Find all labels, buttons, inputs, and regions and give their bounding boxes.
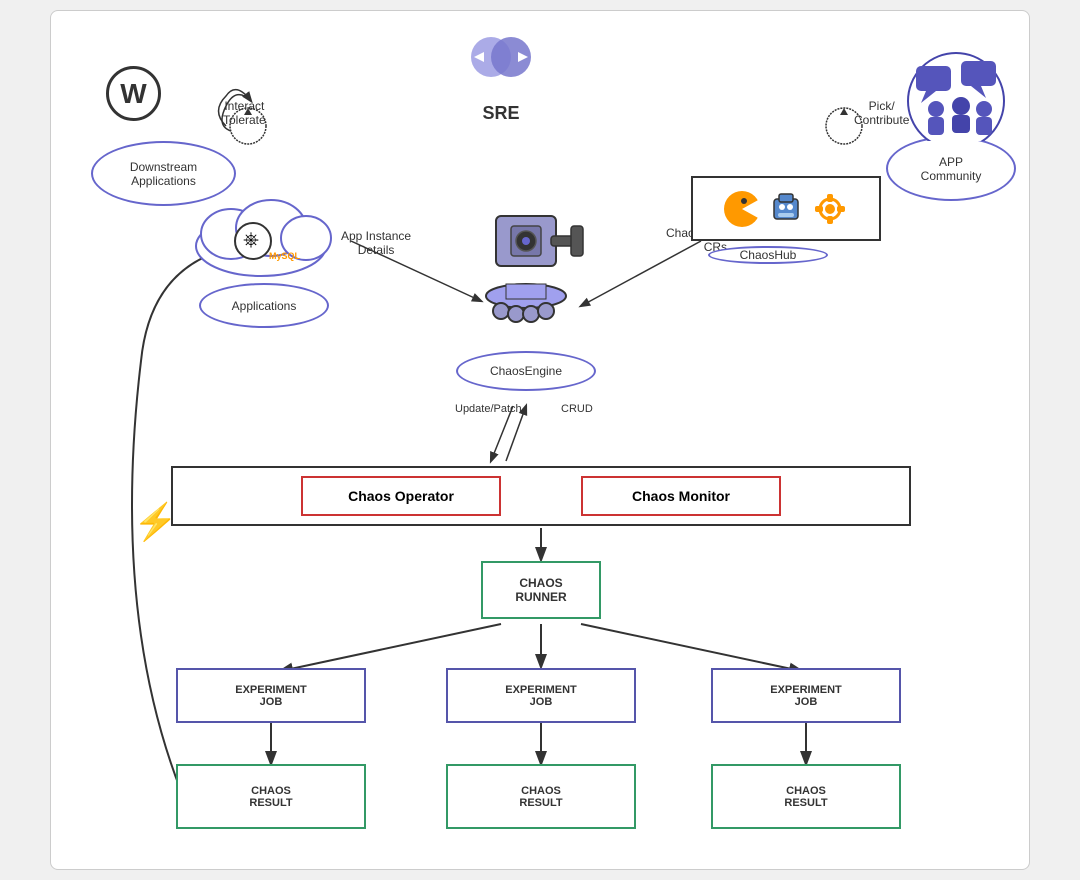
lightning-bolt: ⚡ <box>133 501 178 543</box>
chaos-operator-label: Chaos Operator <box>348 488 454 504</box>
chaos-result-right: CHAOS RESULT <box>711 764 901 829</box>
wordpress-logo: W <box>106 66 161 121</box>
chaos-engine-oval: ChaosEngine <box>456 351 596 391</box>
chaos-monitor-label: Chaos Monitor <box>632 488 730 504</box>
sre-icon <box>466 29 536 99</box>
app-instance-details-label: App Instance Details <box>341 229 411 257</box>
interact-tolerate-label: Interact Tolerate <box>223 99 266 127</box>
sre-label: SRE <box>482 103 519 124</box>
experiment-job-middle: EXPERIMENT JOB <box>446 668 636 723</box>
chaos-engine-icon <box>456 206 596 346</box>
chaos-result-middle: CHAOS RESULT <box>446 764 636 829</box>
sre-section: SRE <box>466 29 536 124</box>
operator-monitor-group: Chaos Operator Chaos Monitor <box>171 466 911 526</box>
svg-text:⎈: ⎈ <box>243 229 259 251</box>
pick-contribute-label: Pick/ Contribute <box>854 99 909 127</box>
people-icon <box>906 51 1006 146</box>
update-patch-label: Update/Patch <box>455 401 522 415</box>
chaoshub-box <box>691 176 881 241</box>
chaos-runner-box: CHAOS RUNNER <box>481 561 601 619</box>
diagram-container: W Downstream Applications Interact Toler… <box>50 10 1030 870</box>
experiment-job-right: EXPERIMENT JOB <box>711 668 901 723</box>
svg-text:MySQL: MySQL <box>269 251 301 261</box>
chaos-operator-box: Chaos Operator <box>301 476 501 516</box>
arrows-svg <box>51 11 1029 869</box>
chaos-result-left: CHAOS RESULT <box>176 764 366 829</box>
applications-oval: Applications <box>199 283 329 328</box>
crud-label: CRUD <box>561 401 593 415</box>
experiment-job-left: EXPERIMENT JOB <box>176 668 366 723</box>
chaoshub-oval: ChaosHub <box>708 246 828 264</box>
chaos-monitor-box: Chaos Monitor <box>581 476 781 516</box>
applications-cloud: ⎈ MySQL <box>181 186 341 291</box>
